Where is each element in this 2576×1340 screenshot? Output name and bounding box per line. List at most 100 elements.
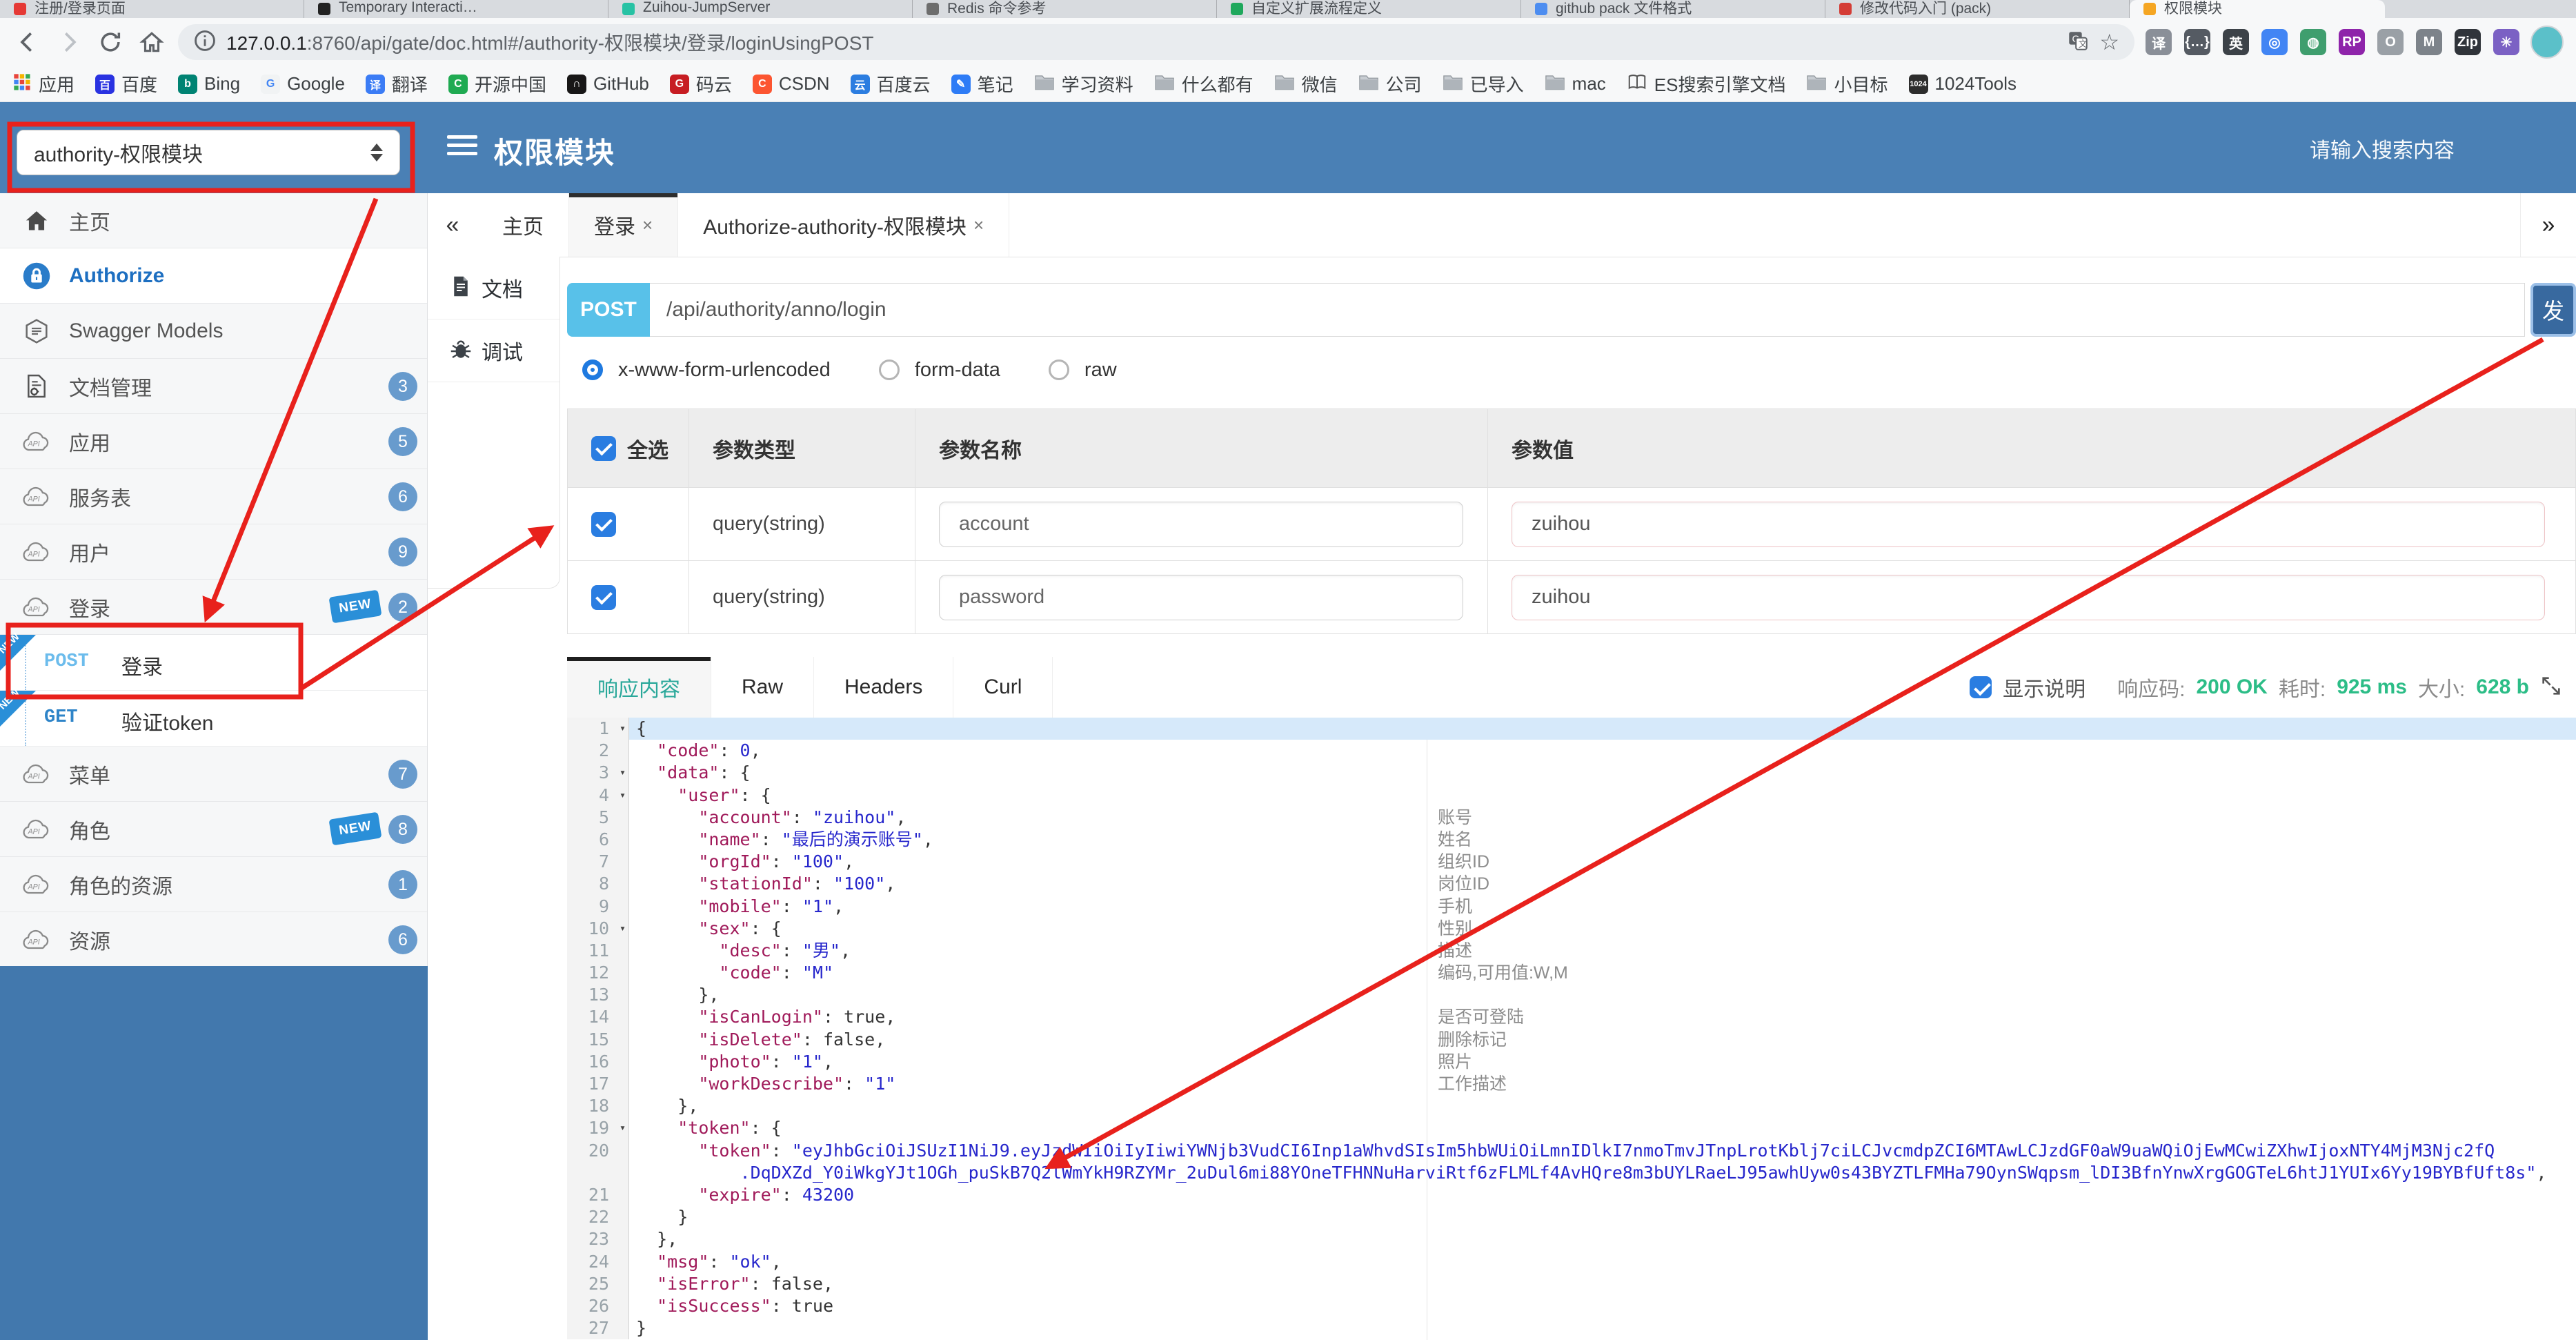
module-select[interactable]: authority-权限模块 <box>17 130 400 175</box>
radio-raw[interactable] <box>1048 359 1069 380</box>
bookmark-item[interactable]: 云百度云 <box>850 71 931 97</box>
more-tabs-icon[interactable]: » <box>2520 193 2576 257</box>
tab-authorize-module[interactable]: Authorize-authority-权限模块 × <box>678 193 1010 257</box>
browser-tab[interactable]: Zuihou-JumpServer <box>608 0 913 18</box>
fold-caret[interactable]: ▾ <box>620 784 626 806</box>
sidebar-endpoint-get-9[interactable]: NEW GET 验证token <box>0 687 427 747</box>
close-tab-icon[interactable]: × <box>973 215 984 236</box>
bookmark-item[interactable]: 什么都有 <box>1154 71 1254 97</box>
reload-button[interactable] <box>95 27 126 57</box>
sidebar-item-7[interactable]: API 登录 NEW 2 <box>0 580 427 635</box>
bookmark-item[interactable]: 应用 <box>12 71 75 97</box>
profile-avatar[interactable] <box>2530 26 2564 59</box>
chrome-ext-icon[interactable]: ◎ <box>2261 29 2288 55</box>
tab-headers[interactable]: Headers <box>814 657 954 718</box>
radio-form-data[interactable] <box>878 359 900 380</box>
bookmark-item[interactable]: G Google <box>261 73 345 95</box>
bookmark-item[interactable]: 译翻译 <box>365 71 428 97</box>
sidebar-item-3[interactable]: 文档管理 3 <box>0 359 427 414</box>
home-button[interactable] <box>137 27 167 57</box>
gitzip-ext-icon[interactable]: Zip <box>2455 29 2481 55</box>
browser-tab[interactable]: 修改代码入门 (pack) <box>1825 0 2130 18</box>
sidebar-item-11[interactable]: API 角色 NEW 8 <box>0 802 427 857</box>
bookmark-item[interactable]: 百百度 <box>95 71 157 97</box>
bookmark-item[interactable]: C 开源中国 <box>448 71 546 97</box>
param-value-input[interactable]: zuihou <box>1512 501 2545 547</box>
sidebar-item-1[interactable]: Authorize <box>0 248 427 304</box>
collapse-tabs-icon[interactable]: « <box>428 193 477 257</box>
sidebar-item-0[interactable]: 主页 <box>0 193 427 248</box>
bookmark-item[interactable]: C CSDN <box>752 73 830 95</box>
rp-ext-icon[interactable]: RP <box>2339 29 2365 55</box>
sidebar-item-4[interactable]: API 应用 5 <box>0 414 427 469</box>
sidebar-endpoint-post-8[interactable]: NEW POST 登录 <box>0 631 427 691</box>
fold-caret[interactable]: ▾ <box>620 718 626 739</box>
request-url-input[interactable]: /api/authority/anno/login <box>650 283 2525 337</box>
sidebar-item-10[interactable]: API 菜单 7 <box>0 747 427 802</box>
browser-tab[interactable]: 权限模块 <box>2130 0 2385 18</box>
bookmark-item[interactable]: b Bing <box>178 73 240 95</box>
tab-response-content[interactable]: 响应内容 <box>567 657 711 718</box>
search-input[interactable] <box>2308 132 2518 170</box>
sidebar-item-2[interactable]: Swagger Models <box>0 304 427 359</box>
address-bar[interactable]: 127.0.0.1:8760/api/gate/doc.html#/author… <box>178 24 2134 60</box>
bookmark-star-icon[interactable]: ☆ <box>2099 29 2119 55</box>
en-translate-ext-icon[interactable]: 英 <box>2223 29 2249 55</box>
tab-curl[interactable]: Curl <box>953 657 1053 718</box>
tab-home[interactable]: 主页 <box>477 193 569 257</box>
close-tab-icon[interactable]: × <box>642 215 653 236</box>
sidebar-item-6[interactable]: API 用户 9 <box>0 524 427 580</box>
bookmark-item[interactable]: G 码云 <box>669 71 732 97</box>
row-checkbox[interactable] <box>591 511 616 537</box>
bookmark-item[interactable]: ✎ 笔记 <box>951 71 1013 97</box>
proxy-globe-ext-icon[interactable]: ◍ <box>2300 29 2326 55</box>
response-json-editor[interactable]: 1 ▾{2 "code": 0, 3 ▾ "data": {4 ▾ "user": {5… <box>567 718 2576 1340</box>
tab-raw[interactable]: Raw <box>711 657 815 718</box>
bookmark-item[interactable]: ES搜索引擎文档 <box>1627 71 1785 97</box>
sidebar-filler <box>0 966 428 1340</box>
bookmark-item[interactable]: 小目标 <box>1806 71 1888 97</box>
page-info-icon[interactable] <box>193 29 217 56</box>
fold-caret[interactable]: ▾ <box>620 917 626 939</box>
fullscreen-icon[interactable] <box>2540 675 2562 700</box>
nav-item-doc[interactable]: 文档 <box>428 257 559 319</box>
forward-button[interactable] <box>54 27 84 57</box>
browser-tab[interactable]: Temporary Interacti… <box>304 0 608 18</box>
bookmark-item[interactable]: 已导入 <box>1443 71 1524 97</box>
sidebar-item-5[interactable]: API 服务表 6 <box>0 469 427 524</box>
nav-item-debug[interactable]: 调试 <box>428 319 559 382</box>
show-description-checkbox[interactable] <box>1970 676 1992 698</box>
bookmark-item[interactable]: 学习资料 <box>1034 71 1133 97</box>
tab-login[interactable]: 登录 × <box>569 193 679 257</box>
translate-ext-icon[interactable]: 译 <box>2146 29 2172 55</box>
browser-tab[interactable]: 注册/登录页面 <box>0 0 304 18</box>
row-checkbox[interactable] <box>591 584 616 610</box>
param-name-input[interactable]: password <box>939 574 1463 620</box>
radio-x-www-form-urlencoded[interactable] <box>582 359 603 380</box>
pinwheel-ext-icon[interactable]: ✳ <box>2493 29 2519 55</box>
bookmark-item[interactable]: ∩ GitHub <box>566 73 649 95</box>
bookmark-label: 百度云 <box>876 75 931 95</box>
send-request-button[interactable]: 发 <box>2530 283 2576 337</box>
sidebar-item-13[interactable]: API 资源 6 <box>0 912 427 967</box>
fold-caret[interactable]: ▾ <box>620 761 626 783</box>
json-viewer-ext-icon[interactable]: {…} <box>2184 29 2210 55</box>
bookmark-item[interactable]: mac <box>1545 73 1606 95</box>
fold-caret[interactable]: ▾ <box>620 1116 626 1139</box>
field-description: 组织ID <box>1438 852 1490 872</box>
browser-tab[interactable]: Redis 命令参考 <box>913 0 1217 18</box>
param-name-input[interactable]: account <box>939 501 1463 547</box>
sidebar-item-12[interactable]: API 角色的资源 1 <box>0 857 427 912</box>
bookmark-item[interactable]: 公司 <box>1358 71 1422 97</box>
browser-tab[interactable]: 自定义扩展流程定义 <box>1217 0 1521 18</box>
bookmark-item[interactable]: 1024 1024Tools <box>1908 73 2017 95</box>
hamburger-menu-icon[interactable] <box>447 135 477 160</box>
back-button[interactable] <box>12 27 43 57</box>
shield-ext-icon[interactable]: M <box>2416 29 2442 55</box>
translate-page-icon[interactable]: G文 <box>2066 29 2090 56</box>
browser-tab[interactable]: github pack 文件格式 <box>1521 0 1825 18</box>
param-value-input[interactable]: zuihou <box>1512 574 2545 620</box>
select-all-checkbox[interactable] <box>591 435 616 461</box>
o-ext-icon[interactable]: O <box>2377 29 2404 55</box>
bookmark-item[interactable]: 微信 <box>1274 71 1338 97</box>
